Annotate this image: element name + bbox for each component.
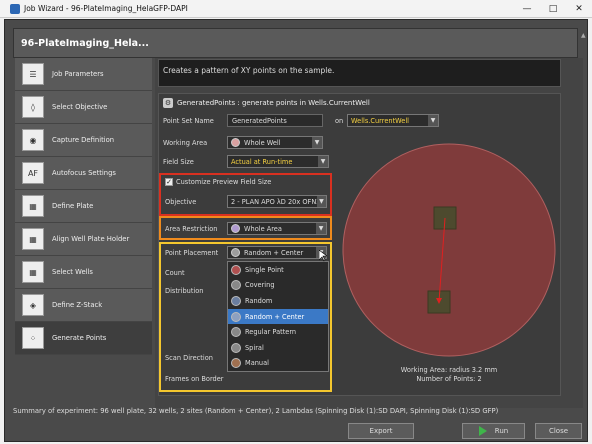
area-shape-icon <box>231 224 240 233</box>
menu-item-covering[interactable]: Covering <box>228 278 328 294</box>
covering-icon <box>231 280 241 291</box>
distribution-label: Distribution <box>165 287 204 295</box>
chevron-down-icon: ▼ <box>312 137 322 148</box>
minimize-button[interactable]: — <box>514 0 540 18</box>
run-button[interactable]: Run <box>462 423 525 439</box>
objective-icon: ◊ <box>22 96 44 118</box>
regular-pattern-icon <box>231 327 241 338</box>
zstack-icon: ◈ <box>22 294 44 316</box>
sidebar-item-autofocus[interactable]: AF Autofocus Settings <box>15 157 152 190</box>
point-set-name-input[interactable]: GeneratedPoints <box>227 114 323 127</box>
plate-icon: ▦ <box>22 195 44 217</box>
window-title: Job Wizard - 96-PlateImaging_HelaGFP-DAP… <box>24 4 188 13</box>
menu-item-manual[interactable]: Manual <box>228 356 328 372</box>
close-window-button[interactable]: ✕ <box>566 0 592 18</box>
menu-item-spiral[interactable]: Spiral <box>228 340 328 356</box>
sidebar-item-generate-points[interactable]: ⁘ Generate Points <box>15 322 152 355</box>
job-parameters-icon: ☰ <box>22 63 44 85</box>
sidebar-item-align-holder[interactable]: ▦ Align Well Plate Holder <box>15 223 152 256</box>
sidebar-item-job-parameters[interactable]: ☰ Job Parameters <box>15 58 152 91</box>
well-preview <box>342 143 556 357</box>
well-circle <box>342 143 556 357</box>
app-icon <box>10 3 20 14</box>
job-name: 96-PlateImaging_Hela... <box>21 38 149 49</box>
close-button[interactable]: Close <box>535 423 582 439</box>
points-icon: ⁘ <box>22 327 44 349</box>
field-size-label: Field Size <box>163 158 194 166</box>
window-titlebar: Job Wizard - 96-PlateImaging_HelaGFP-DAP… <box>0 0 592 18</box>
sidebar-item-define-plate[interactable]: ▦ Define Plate <box>15 190 152 223</box>
chevron-down-icon: ▼ <box>316 196 326 207</box>
well-shape-icon <box>231 138 240 147</box>
point-placement-menu: Single Point Covering Random Random + Ce… <box>227 261 329 372</box>
preview-caption: Working Area: radius 3.2 mm Number of Po… <box>400 366 498 383</box>
working-area-dropdown[interactable]: Whole Well ▼ <box>227 136 323 149</box>
working-area-label: Working Area <box>163 139 208 147</box>
chevron-down-icon: ▼ <box>428 115 438 126</box>
experiment-summary: Summary of experiment: 96 well plate, 32… <box>13 407 499 415</box>
random-center-icon <box>231 311 241 322</box>
sidebar-item-define-zstack[interactable]: ◈ Define Z-Stack <box>15 289 152 322</box>
step-content: Creates a pattern of XY points on the sa… <box>155 58 583 408</box>
point-set-name-label: Point Set Name <box>163 117 214 125</box>
checkmark-icon: ✓ <box>165 178 173 186</box>
random-icon <box>231 295 241 306</box>
autofocus-icon: AF <box>22 162 44 184</box>
step-description: Creates a pattern of XY points on the sa… <box>158 59 561 87</box>
scroll-up-icon[interactable]: ▲ <box>581 32 586 39</box>
generate-points-panel: ⚙ GeneratedPoints : generate points in W… <box>158 93 561 396</box>
point-placement-label: Point Placement <box>165 249 219 257</box>
single-point-icon <box>231 264 241 275</box>
point-placement-dropdown[interactable]: Random + Center ▼ <box>227 246 327 259</box>
wizard-steps: ☰ Job Parameters ◊ Select Objective ◉ Ca… <box>15 58 152 355</box>
on-label: on <box>335 117 344 125</box>
sidebar-item-select-wells[interactable]: ▦ Select Wells <box>15 256 152 289</box>
align-icon: ▦ <box>22 228 44 250</box>
menu-item-random-center[interactable]: Random + Center <box>228 308 328 325</box>
frames-on-border-label: Frames on Border <box>165 375 224 383</box>
maximize-button[interactable]: □ <box>540 0 566 18</box>
chevron-down-icon: ▼ <box>318 156 328 167</box>
mouse-cursor-icon <box>319 250 327 262</box>
wizard-header: 96-PlateImaging_Hela... <box>13 28 578 58</box>
export-button[interactable]: Export <box>348 423 414 439</box>
area-restriction-label: Area Restriction <box>165 225 218 233</box>
scan-direction-label: Scan Direction <box>165 354 213 362</box>
menu-item-regular-pattern[interactable]: Regular Pattern <box>228 324 328 340</box>
panel-heading: ⚙ GeneratedPoints : generate points in W… <box>163 98 370 108</box>
sidebar-item-capture-definition[interactable]: ◉ Capture Definition <box>15 124 152 157</box>
camera-icon: ◉ <box>22 129 44 151</box>
spiral-icon <box>231 342 241 353</box>
count-label: Count <box>165 269 185 277</box>
manual-icon <box>231 358 241 369</box>
menu-item-single-point[interactable]: Single Point <box>228 262 328 278</box>
area-restriction-dropdown[interactable]: Whole Area ▼ <box>227 222 327 235</box>
on-well-dropdown[interactable]: Wells.CurrentWell ▼ <box>347 114 439 127</box>
wells-icon: ▦ <box>22 261 44 283</box>
sidebar-item-select-objective[interactable]: ◊ Select Objective <box>15 91 152 124</box>
objective-dropdown[interactable]: 2 - PLAN APO λD 20x OFN25 ▼ <box>227 195 327 208</box>
field-size-dropdown[interactable]: Actual at Run-time ▼ <box>227 155 329 168</box>
customize-preview-checkbox[interactable]: ✓ Customize Preview Field Size <box>165 178 271 186</box>
play-icon <box>478 426 487 436</box>
gear-icon: ⚙ <box>163 98 173 108</box>
objective-label: Objective <box>165 198 197 206</box>
chevron-down-icon: ▼ <box>316 223 326 234</box>
wizard-window: 96-PlateImaging_Hela... ▲ ☰ Job Paramete… <box>4 19 588 442</box>
random-center-icon <box>231 248 240 257</box>
menu-item-random[interactable]: Random <box>228 293 328 309</box>
